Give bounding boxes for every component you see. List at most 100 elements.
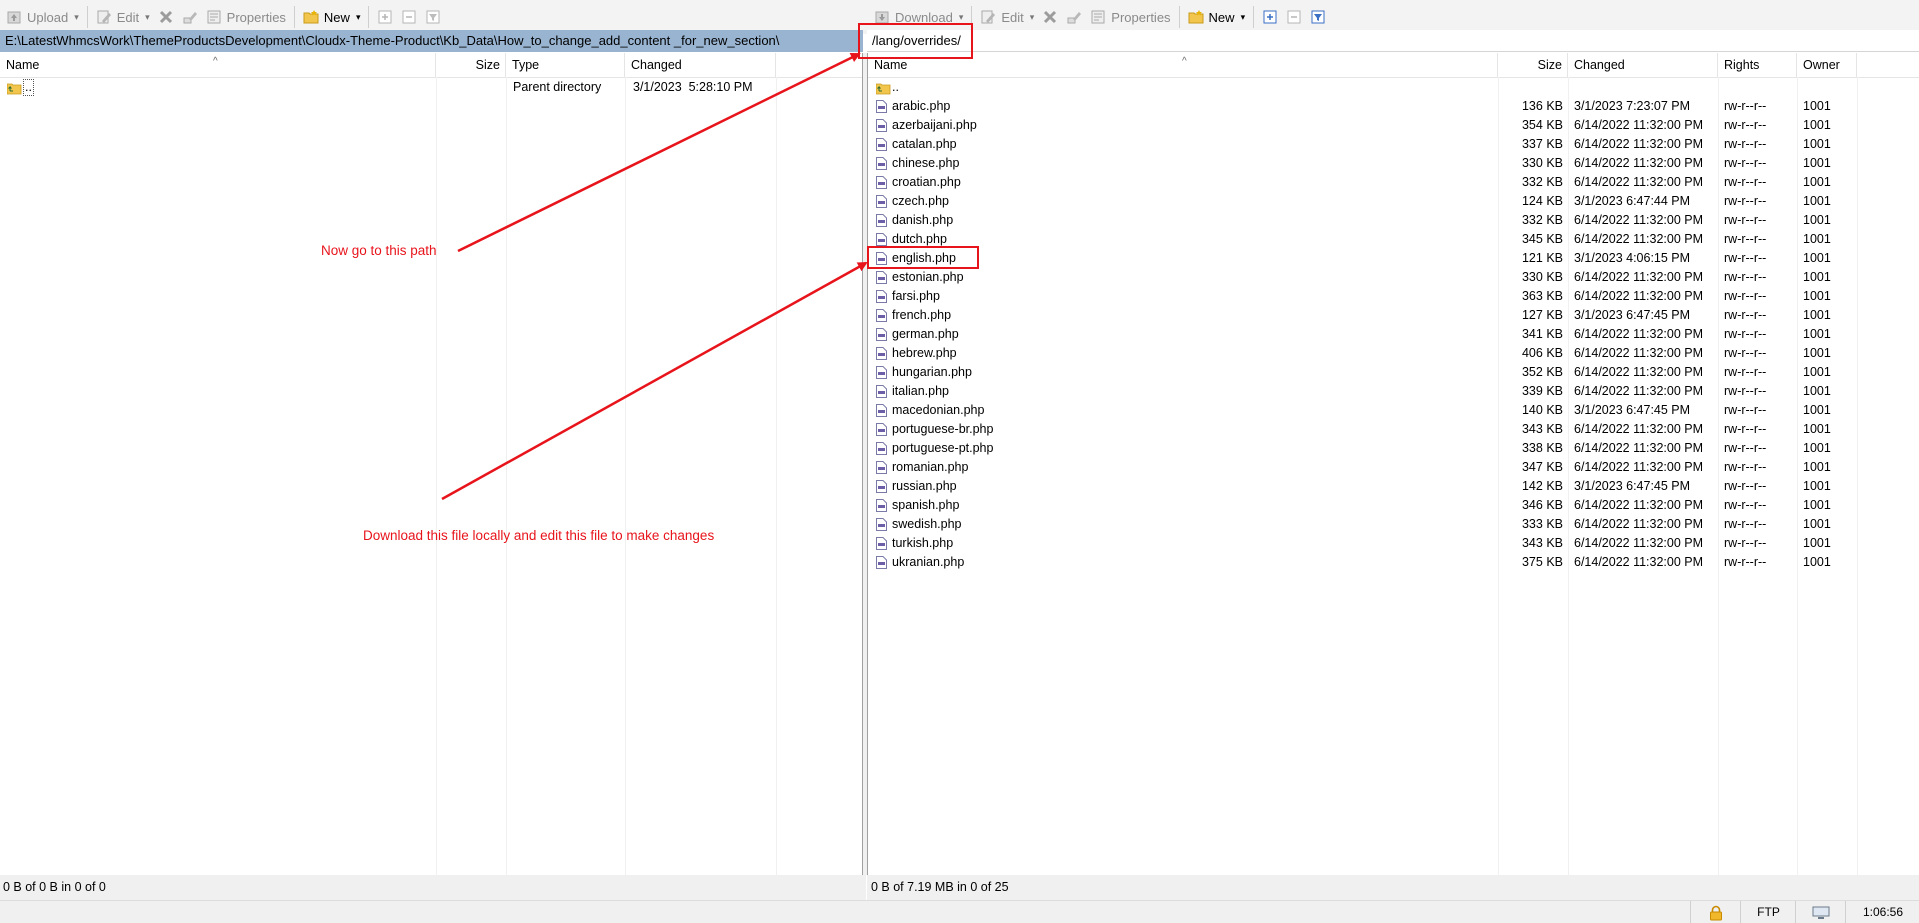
filter-button[interactable]: [421, 4, 445, 30]
toolbar-divider: [293, 6, 295, 28]
php-file-icon: [876, 461, 887, 474]
remote-file-list[interactable]: Name ^ Size Changed Rights Owner .. arab…: [867, 53, 1919, 875]
table-row[interactable]: turkish.php 343 KB 6/14/2022 11:32:00 PM rw…: [868, 534, 1919, 553]
file-changed: 6/14/2022 11:32:00 PM: [1574, 441, 1704, 455]
properties-button[interactable]: Properties: [202, 4, 290, 30]
remote-col-rights[interactable]: Rights: [1718, 53, 1797, 77]
encryption-indicator[interactable]: [1690, 901, 1741, 923]
table-row[interactable]: german.php 341 KB 6/14/2022 11:32:00 PM rw-…: [868, 325, 1919, 344]
remote-col-size[interactable]: Size: [1498, 53, 1568, 77]
table-row[interactable]: estonian.php 330 KB 6/14/2022 11:32:00 PM r…: [868, 268, 1919, 287]
rename-button[interactable]: [178, 4, 202, 30]
table-row[interactable]: chinese.php 330 KB 6/14/2022 11:32:00 PM rw…: [868, 154, 1919, 173]
table-row[interactable]: czech.php 124 KB 3/1/2023 6:47:44 PM rw-r--…: [868, 192, 1919, 211]
new-folder-icon: [1188, 9, 1204, 25]
delete-button[interactable]: [154, 4, 178, 30]
remote-delete-button[interactable]: [1038, 4, 1062, 30]
download-dropdown-icon[interactable]: ▾: [959, 12, 964, 23]
edit-dropdown-icon[interactable]: ▾: [145, 12, 150, 23]
parent-folder-icon: [875, 82, 891, 95]
table-row[interactable]: hebrew.php 406 KB 6/14/2022 11:32:00 PM rw-…: [868, 344, 1919, 363]
remote-filter-button[interactable]: [1306, 4, 1330, 30]
remote-collapse-button[interactable]: [1282, 4, 1306, 30]
upload-button[interactable]: Upload ▾: [2, 4, 83, 30]
remote-new-dropdown-icon[interactable]: ▾: [1241, 12, 1246, 23]
file-owner: 1001: [1803, 384, 1831, 398]
table-row[interactable]: english.php 121 KB 3/1/2023 4:06:15 PM rw-r…: [868, 249, 1919, 268]
table-row[interactable]: dutch.php 345 KB 6/14/2022 11:32:00 PM rw-r…: [868, 230, 1919, 249]
file-rights: rw-r--r--: [1724, 536, 1767, 550]
php-file-icon: [876, 214, 887, 227]
file-name: croatian.php: [892, 175, 961, 189]
new-button[interactable]: New ▾: [299, 4, 365, 30]
remote-new-label: New: [1208, 9, 1235, 25]
local-parent-row[interactable]: .. Parent directory 3/1/2023 5:28:10 PM: [0, 78, 862, 97]
file-rights: rw-r--r--: [1724, 517, 1767, 531]
new-dropdown-icon[interactable]: ▾: [356, 12, 361, 23]
table-row[interactable]: farsi.php 363 KB 6/14/2022 11:32:00 PM rw-r…: [868, 287, 1919, 306]
local-path-bar[interactable]: E:\LatestWhmcsWork\ThemeProductsDevelopm…: [0, 30, 863, 52]
table-row[interactable]: azerbaijani.php 354 KB 6/14/2022 11:32:00 …: [868, 116, 1919, 135]
file-rights: rw-r--r--: [1724, 498, 1767, 512]
table-row[interactable]: russian.php 142 KB 3/1/2023 6:47:45 PM rw-r…: [868, 477, 1919, 496]
local-col-type-label: Type: [512, 58, 540, 72]
table-row[interactable]: french.php 127 KB 3/1/2023 6:47:45 PM rw-r-…: [868, 306, 1919, 325]
file-size: 363 KB: [1521, 289, 1563, 303]
remote-col-changed[interactable]: Changed: [1568, 53, 1718, 77]
table-row[interactable]: ukranian.php 375 KB 6/14/2022 11:32:00 PM r…: [868, 553, 1919, 572]
remote-edit-dropdown-icon[interactable]: ▾: [1030, 12, 1035, 23]
table-row[interactable]: danish.php 332 KB 6/14/2022 11:32:00 PM rw-…: [868, 211, 1919, 230]
php-file-icon: [876, 366, 887, 379]
remote-parent-row[interactable]: ..: [868, 78, 1919, 97]
remote-col-owner-label: Owner: [1803, 58, 1840, 72]
local-col-name[interactable]: Name ^: [0, 53, 436, 77]
file-size: 341 KB: [1521, 327, 1563, 341]
file-size: 332 KB: [1521, 213, 1563, 227]
file-rights: rw-r--r--: [1724, 194, 1767, 208]
local-col-changed[interactable]: Changed: [625, 53, 776, 77]
remote-expand-button[interactable]: [1258, 4, 1282, 30]
file-name: russian.php: [892, 479, 957, 493]
local-col-size-label: Size: [475, 58, 500, 72]
file-changed: 6/14/2022 11:32:00 PM: [1574, 498, 1704, 512]
php-file-icon: [876, 404, 887, 417]
remote-col-owner[interactable]: Owner: [1797, 53, 1857, 77]
table-row[interactable]: romanian.php 347 KB 6/14/2022 11:32:00 PM r…: [868, 458, 1919, 477]
table-row[interactable]: hungarian.php 352 KB 6/14/2022 11:32:00 PM…: [868, 363, 1919, 382]
file-rights: rw-r--r--: [1724, 441, 1767, 455]
table-row[interactable]: swedish.php 333 KB 6/14/2022 11:32:00 PM rw…: [868, 515, 1919, 534]
local-col-type[interactable]: Type: [506, 53, 625, 77]
file-owner: 1001: [1803, 460, 1831, 474]
collapse-button[interactable]: [397, 4, 421, 30]
remote-rename-button[interactable]: [1062, 4, 1086, 30]
remote-new-button[interactable]: New ▾: [1184, 4, 1250, 30]
table-row[interactable]: spanish.php 346 KB 6/14/2022 11:32:00 PM rw…: [868, 496, 1919, 515]
bottom-status-bar: FTP 1:06:56: [0, 900, 1919, 923]
table-row[interactable]: portuguese-pt.php 338 KB 6/14/2022 11:32:0…: [868, 439, 1919, 458]
connection-indicator[interactable]: [1795, 901, 1846, 923]
edit-button[interactable]: Edit ▾: [92, 4, 154, 30]
file-changed: 6/14/2022 11:32:00 PM: [1574, 175, 1704, 189]
remote-edit-button[interactable]: Edit ▾: [976, 4, 1038, 30]
remote-path-bar[interactable]: /lang/overrides/: [867, 30, 1919, 52]
table-row[interactable]: catalan.php 337 KB 6/14/2022 11:32:00 PM rw…: [868, 135, 1919, 154]
file-changed: 6/14/2022 11:32:00 PM: [1574, 384, 1704, 398]
table-row[interactable]: macedonian.php 140 KB 3/1/2023 6:47:45 PM r…: [868, 401, 1919, 420]
file-owner: 1001: [1803, 517, 1831, 531]
local-file-list[interactable]: Name ^ Size Type Changed .. Parent direc…: [0, 53, 863, 875]
file-rights: rw-r--r--: [1724, 137, 1767, 151]
table-row[interactable]: arabic.php 136 KB 3/1/2023 7:23:07 PM rw-r-…: [868, 97, 1919, 116]
file-changed: 6/14/2022 11:32:00 PM: [1574, 422, 1704, 436]
expand-button[interactable]: [373, 4, 397, 30]
local-col-size[interactable]: Size: [436, 53, 506, 77]
upload-dropdown-icon[interactable]: ▾: [74, 12, 79, 23]
file-name: farsi.php: [892, 289, 940, 303]
file-rights: rw-r--r--: [1724, 118, 1767, 132]
table-row[interactable]: croatian.php 332 KB 6/14/2022 11:32:00 PM r…: [868, 173, 1919, 192]
file-owner: 1001: [1803, 289, 1831, 303]
file-name: chinese.php: [892, 156, 960, 170]
remote-properties-button[interactable]: Properties: [1086, 4, 1174, 30]
table-row[interactable]: italian.php 339 KB 6/14/2022 11:32:00 PM rw…: [868, 382, 1919, 401]
file-size: 332 KB: [1521, 175, 1563, 189]
table-row[interactable]: portuguese-br.php 343 KB 6/14/2022 11:32:0…: [868, 420, 1919, 439]
